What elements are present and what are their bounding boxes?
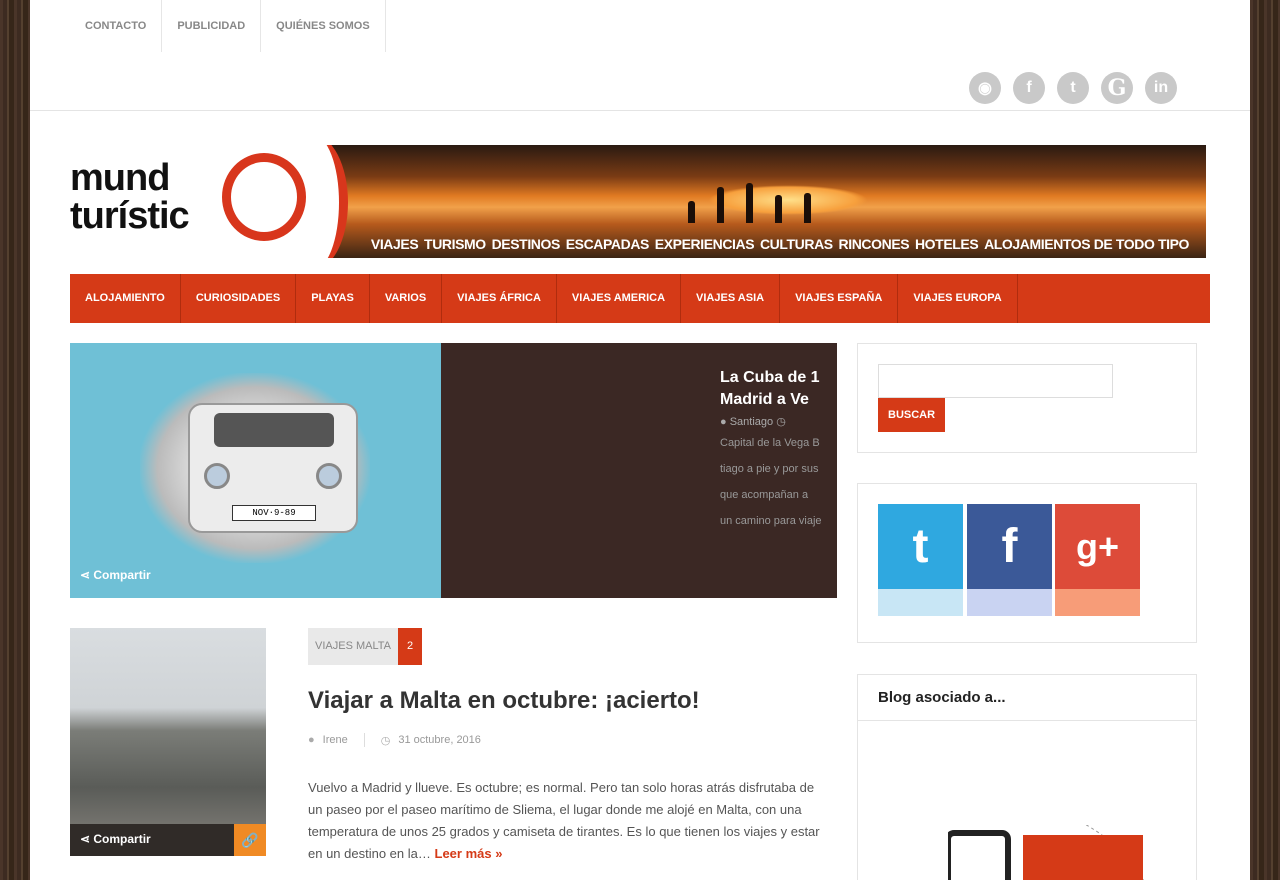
- read-more-link[interactable]: Leer más »: [435, 846, 503, 861]
- logo-o-ring: [222, 153, 306, 241]
- post-excerpt: Vuelvo a Madrid y llueve. Es octubre; es…: [308, 780, 820, 861]
- top-navigation: CONTACTO PUBLICIDAD QUIÉNES SOMOS: [70, 0, 386, 52]
- associated-blog-logo[interactable]: [948, 825, 1148, 880]
- category-playas[interactable]: PLAYAS: [296, 274, 370, 323]
- clock-icon: ◷: [380, 734, 391, 747]
- comment-count[interactable]: 2: [398, 628, 423, 665]
- featured-slider[interactable]: NOV·9-89 ⋖ Compartir La Cuba de 1 Madrid…: [70, 343, 837, 598]
- category-viajes-espana[interactable]: VIAJES ESPAÑA: [780, 274, 899, 323]
- slide-title-line[interactable]: Madrid a Ve: [720, 389, 837, 411]
- slide-excerpt-line: Capital de la Vega B: [720, 437, 820, 449]
- category-alojamiento[interactable]: ALOJAMIENTO: [70, 274, 181, 323]
- post-author[interactable]: Irene: [323, 734, 348, 746]
- associated-blog-widget: Blog asociado a...: [857, 674, 1197, 880]
- category-viajes-asia[interactable]: VIAJES ASIA: [681, 274, 781, 323]
- tagline-word: ALOJAMIENTOS DE TODO TIPO: [984, 236, 1190, 252]
- page-container: CONTACTO PUBLICIDAD QUIÉNES SOMOS ◉ f t …: [30, 0, 1250, 880]
- license-plate: NOV·9-89: [232, 505, 316, 521]
- link-icon[interactable]: 🔗: [234, 824, 266, 856]
- twitter-icon: t: [878, 504, 963, 589]
- nav-link-contacto[interactable]: CONTACTO: [70, 0, 163, 52]
- slide-title-line[interactable]: La Cuba de 1: [720, 367, 837, 389]
- widget-title: Blog asociado a...: [858, 675, 1196, 721]
- header-divider: [30, 110, 1250, 111]
- facebook-icon[interactable]: f: [1013, 72, 1045, 104]
- tagline-word: RINCONES: [838, 236, 910, 252]
- post-date: 31 octubre, 2016: [398, 734, 481, 746]
- tagline-word: EXPERIENCIAS: [654, 236, 755, 252]
- twitter-icon[interactable]: t: [1057, 72, 1089, 104]
- post-article: VIAJES MALTA 2 Viajar a Malta en octubre…: [308, 628, 820, 865]
- post-category[interactable]: VIAJES MALTA: [308, 628, 399, 665]
- rss-icon[interactable]: ◉: [969, 72, 1001, 104]
- slide-excerpt-line: tiago a pie y por sus: [720, 463, 819, 475]
- slide-share-button[interactable]: ⋖ Compartir: [80, 568, 151, 582]
- nav-link-publicidad[interactable]: PUBLICIDAD: [162, 0, 262, 52]
- post-meta: ● Irene ◷ 31 octubre, 2016: [308, 733, 820, 747]
- category-viajes-africa[interactable]: VIAJES ÁFRICA: [442, 274, 557, 323]
- facebook-button[interactable]: f: [967, 504, 1052, 616]
- category-varios[interactable]: VARIOS: [370, 274, 443, 323]
- tagline-word: CULTURAS: [759, 236, 833, 252]
- header-social-icons: ◉ f t G in: [969, 72, 1177, 104]
- share-icon: ⋖: [80, 568, 94, 582]
- page-background-left: [0, 0, 30, 880]
- banner-tagline: VIAJES TURISMO DESTINOS ESCAPADAS EXPERI…: [308, 236, 1206, 252]
- logo-text-line1: mund: [70, 157, 170, 199]
- facebook-icon: f: [967, 504, 1052, 589]
- share-icon: ⋖: [80, 832, 94, 846]
- category-viajes-europa[interactable]: VIAJES EUROPA: [898, 274, 1018, 323]
- user-icon: ●: [308, 734, 315, 746]
- slide-image[interactable]: NOV·9-89 ⋖ Compartir: [70, 343, 441, 598]
- tagline-word: VIAJES: [370, 236, 419, 252]
- category-viajes-america[interactable]: VIAJES AMERICA: [557, 274, 682, 323]
- tagline-word: HOTELES: [914, 236, 979, 252]
- twitter-button[interactable]: t: [878, 504, 963, 616]
- post-share-button[interactable]: ⋖ Compartir: [80, 832, 151, 846]
- logo-text-line2: turístic: [70, 195, 190, 237]
- social-widget: t f g+: [857, 483, 1197, 643]
- post-category-tag[interactable]: VIAJES MALTA 2: [308, 628, 423, 665]
- clock-icon: ◷: [776, 416, 786, 428]
- google-plus-icon: g+: [1055, 504, 1140, 589]
- page-background-right: [1250, 0, 1280, 880]
- tagline-word: DESTINOS: [491, 236, 561, 252]
- user-icon: ●: [720, 416, 730, 428]
- slide-meta: ● Santiago ◷: [720, 416, 786, 428]
- tagline-word: ESCAPADAS: [565, 236, 650, 252]
- nav-link-quienes-somos[interactable]: QUIÉNES SOMOS: [261, 0, 386, 52]
- slide-excerpt-line: que acompañan a: [720, 489, 809, 501]
- site-logo[interactable]: mund turístic: [70, 145, 310, 258]
- google-plus-button[interactable]: g+: [1055, 504, 1140, 616]
- post-thumbnail-bar: ⋖ Compartir 🔗: [70, 824, 266, 856]
- trabant-car: NOV·9-89: [188, 403, 358, 533]
- header-banner: VIAJES TURISMO DESTINOS ESCAPADAS EXPERI…: [308, 145, 1206, 258]
- search-button[interactable]: BUSCAR: [878, 398, 946, 432]
- slide-excerpt-line: un camino para viaje: [720, 515, 822, 527]
- post-thumbnail[interactable]: ⋖ Compartir 🔗: [70, 628, 266, 856]
- linkedin-icon[interactable]: in: [1145, 72, 1177, 104]
- google-icon[interactable]: G: [1101, 72, 1133, 104]
- category-navigation: ALOJAMIENTO CURIOSIDADES PLAYAS VARIOS V…: [70, 274, 1210, 323]
- slide-caption: La Cuba de 1 Madrid a Ve ● Santiago ◷ Ca…: [720, 367, 837, 532]
- post-title[interactable]: Viajar a Malta en octubre: ¡acierto!: [308, 687, 820, 715]
- search-input[interactable]: [878, 364, 1113, 398]
- search-widget: BUSCAR: [857, 343, 1197, 453]
- banner-silhouettes: [688, 183, 811, 223]
- tagline-word: TURISMO: [424, 236, 486, 252]
- category-curiosidades[interactable]: CURIOSIDADES: [181, 274, 297, 323]
